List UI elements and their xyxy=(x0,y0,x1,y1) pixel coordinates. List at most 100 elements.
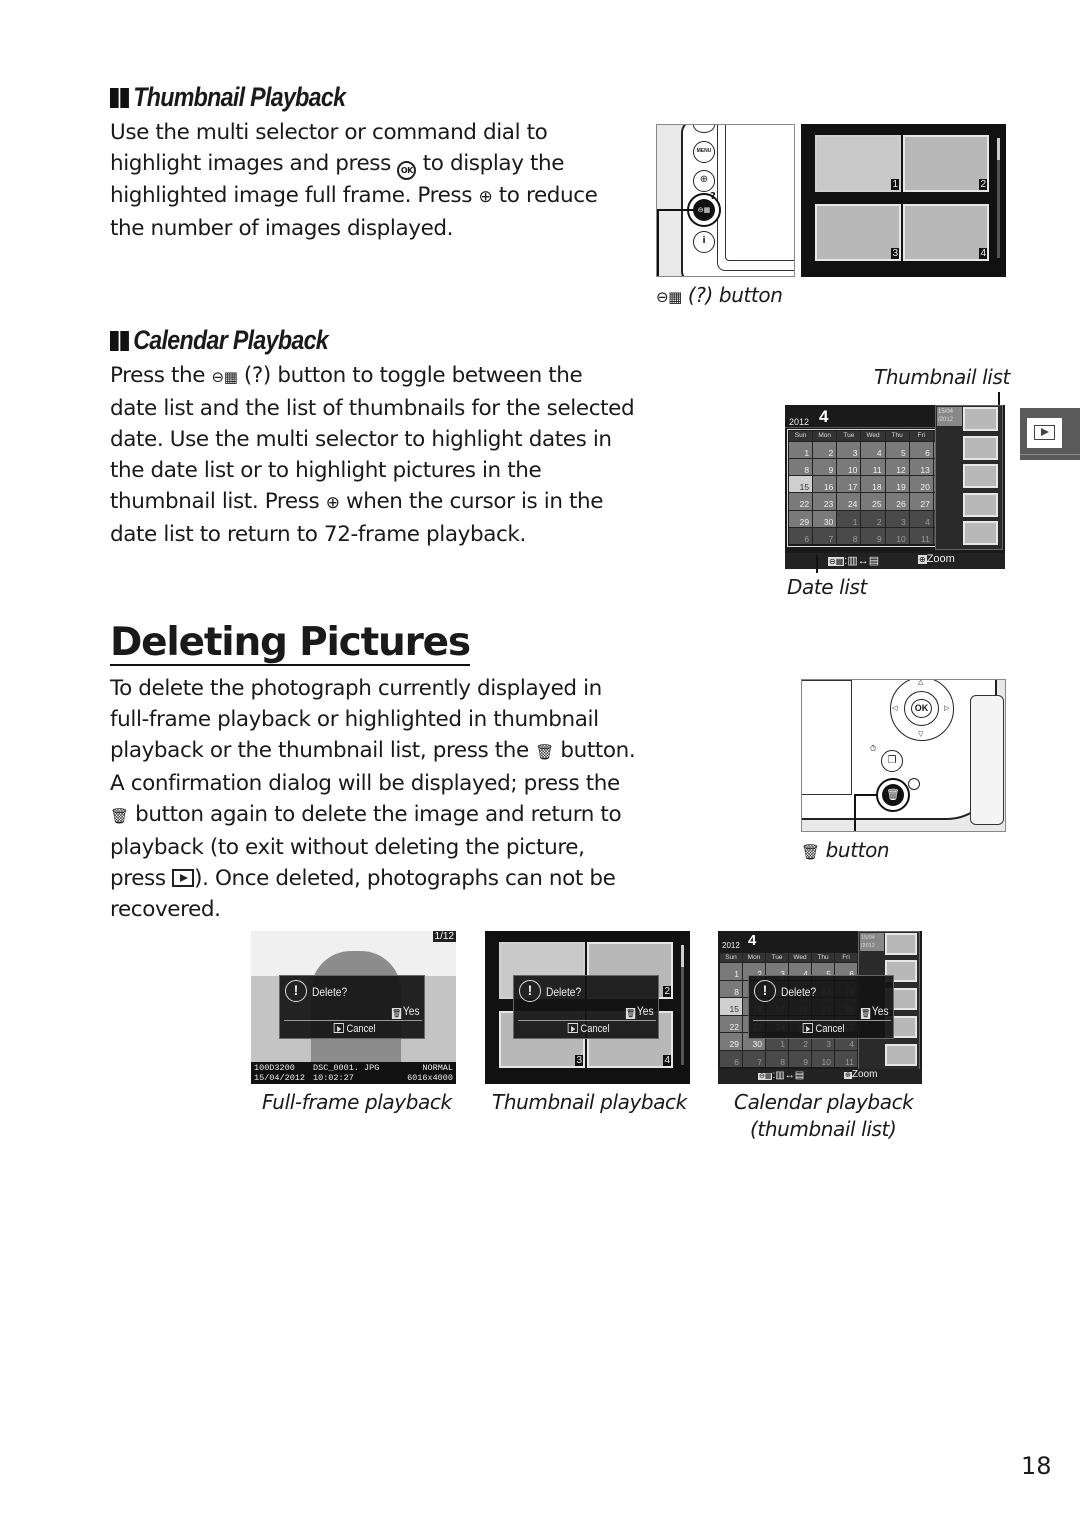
trash-icon: 🗑 xyxy=(861,1008,871,1019)
calendar-day[interactable]: 29 xyxy=(720,1033,742,1050)
calendar-day[interactable]: 10 xyxy=(837,459,861,476)
page-heading: Deleting Pictures xyxy=(110,620,471,666)
calendar-day[interactable]: 2 xyxy=(813,442,837,459)
text-line: highlight images and press OK to display… xyxy=(110,148,598,180)
delete-button: 🗑 xyxy=(882,784,904,806)
weekday-header: Tue xyxy=(766,953,788,962)
calendar-day[interactable]: 8 xyxy=(766,1050,788,1067)
calendar-footer: ⊖▦:▥↔▤ ⊕Zoom xyxy=(718,1069,922,1084)
zoom-in-button: ⊕ xyxy=(693,170,715,192)
help-mark: ? xyxy=(710,191,716,202)
deleting-text: To delete the photograph currently displ… xyxy=(110,673,636,925)
calendar-day[interactable]: 5 xyxy=(885,442,909,459)
dialog-cancel-option[interactable]: Cancel xyxy=(567,1023,610,1035)
text-line: highlighted image full frame. Press ⊕ to… xyxy=(110,180,598,213)
dialog-yes-option[interactable]: 🗑 Yes xyxy=(392,1004,420,1019)
weekday-header: Sun xyxy=(720,953,742,962)
calendar-day[interactable]: 6 xyxy=(720,1050,742,1067)
trash-button-caption: 🗑 button xyxy=(801,838,890,862)
trash-icon: 🗑 xyxy=(626,1008,636,1019)
calendar-day[interactable]: 22 xyxy=(720,1015,742,1032)
dialog-title: Delete? xyxy=(312,985,348,999)
info-button: i xyxy=(693,231,715,253)
text-line: date list and the list of thumbnails for… xyxy=(110,396,635,421)
dialog-cancel-option[interactable]: Cancel xyxy=(802,1023,845,1035)
calendar-grid: SunMonTueWedThuFriSat1234567891011121314… xyxy=(789,431,957,544)
calendar-day[interactable]: 8 xyxy=(837,527,861,544)
calendar-day[interactable]: 27 xyxy=(909,493,933,510)
weekday-header: Mon xyxy=(813,431,837,441)
calendar-day[interactable]: 4 xyxy=(861,442,885,459)
zoom-out-thumbnail-icon: ⊖▦ xyxy=(211,368,238,386)
calendar-day[interactable]: 23 xyxy=(813,493,837,510)
thumbnail[interactable]: 4 xyxy=(903,204,989,261)
dialog-yes-option[interactable]: 🗑 Yes xyxy=(626,1004,654,1019)
calendar-day[interactable]: 11 xyxy=(861,459,885,476)
calendar-day[interactable]: 13 xyxy=(909,459,933,476)
thumbnail[interactable] xyxy=(963,521,998,545)
calendar-day[interactable]: 10 xyxy=(885,527,909,544)
calendar-day[interactable]: 9 xyxy=(861,527,885,544)
thumbnail[interactable] xyxy=(885,933,917,955)
thumbnail-list[interactable]: 15/04 /2012 xyxy=(935,405,1003,550)
screen-caption: Thumbnail playback xyxy=(492,1090,687,1114)
zoom-out-thumbnail-icon: ⊖▦ xyxy=(758,1073,773,1080)
text-line: A confirmation dialog will be displayed;… xyxy=(110,771,620,796)
calendar-day[interactable]: 22 xyxy=(789,493,813,510)
calendar-day[interactable]: 1 xyxy=(720,963,742,980)
release-mode-button: ❐ xyxy=(881,750,903,772)
weekday-header: Thu xyxy=(812,953,834,962)
calendar-day[interactable]: 7 xyxy=(743,1050,765,1067)
calendar-day[interactable]: 8 xyxy=(720,980,742,997)
thumbnail[interactable] xyxy=(963,407,998,431)
calendar-day[interactable]: 7 xyxy=(813,527,837,544)
page-number: 18 xyxy=(1021,1452,1052,1480)
calendar-day[interactable]: 24 xyxy=(837,493,861,510)
thumbnail[interactable]: 3 xyxy=(815,204,901,261)
calendar-day[interactable]: 11 xyxy=(909,527,933,544)
calendar-day[interactable]: 26 xyxy=(885,493,909,510)
dialog-yes-option[interactable]: 🗑 Yes xyxy=(861,1004,889,1019)
calendar-day[interactable]: 4 xyxy=(909,510,933,527)
calendar-day[interactable]: 9 xyxy=(789,1050,811,1067)
calendar-day[interactable]: 17 xyxy=(837,476,861,493)
thumbnail[interactable] xyxy=(963,436,998,460)
calendar-day[interactable]: 16 xyxy=(813,476,837,493)
calendar-day[interactable]: 30 xyxy=(813,510,837,527)
calendar-day[interactable]: 11 xyxy=(835,1050,857,1067)
thumbnail[interactable] xyxy=(963,493,998,517)
scrollbar[interactable] xyxy=(681,945,684,1065)
calendar-day[interactable]: 15 xyxy=(720,998,742,1015)
calendar-day[interactable]: 6 xyxy=(789,527,813,544)
calendar-day[interactable]: 12 xyxy=(885,459,909,476)
calendar-day[interactable]: 19 xyxy=(885,476,909,493)
camera-back-illustration: MENU ⊕ ⊖▦ ? i xyxy=(656,124,795,277)
calendar-day[interactable]: 8 xyxy=(789,459,813,476)
calendar-day[interactable]: 1 xyxy=(789,442,813,459)
playback-section-tab[interactable] xyxy=(1020,408,1080,460)
calendar-day[interactable]: 20 xyxy=(909,476,933,493)
info-bar: 100D3200 DSC_0001. JPG NORMAL 15/04/2012… xyxy=(251,1062,456,1084)
calendar-day[interactable]: 29 xyxy=(789,510,813,527)
calendar-day[interactable]: 15 xyxy=(789,476,813,493)
calendar-day[interactable]: 25 xyxy=(861,493,885,510)
thumbnail[interactable] xyxy=(885,1044,917,1066)
calendar-day[interactable]: 6 xyxy=(909,442,933,459)
thumbnail[interactable] xyxy=(963,464,998,488)
screen-caption-sub: (thumbnail list) xyxy=(750,1117,897,1141)
calendar-day[interactable]: 3 xyxy=(885,510,909,527)
calendar-day[interactable]: 1 xyxy=(837,510,861,527)
calendar-day[interactable]: 10 xyxy=(812,1050,834,1067)
zoom-in-icon: ⊕ xyxy=(478,187,493,207)
calendar-day[interactable]: 3 xyxy=(837,442,861,459)
calendar-day[interactable]: 18 xyxy=(861,476,885,493)
scrollbar[interactable] xyxy=(997,138,1000,258)
weekday-header: Tue xyxy=(837,431,861,441)
dialog-cancel-option[interactable]: Cancel xyxy=(333,1023,376,1035)
thumbnail[interactable]: 2 xyxy=(903,135,989,192)
zoom-out-thumbnail-button: ⊖▦ xyxy=(693,199,715,221)
calendar-day[interactable]: 2 xyxy=(861,510,885,527)
thumbnail[interactable]: 1 xyxy=(815,135,901,192)
calendar-day[interactable]: 9 xyxy=(813,459,837,476)
screen-caption: Full-frame playback xyxy=(262,1090,452,1114)
